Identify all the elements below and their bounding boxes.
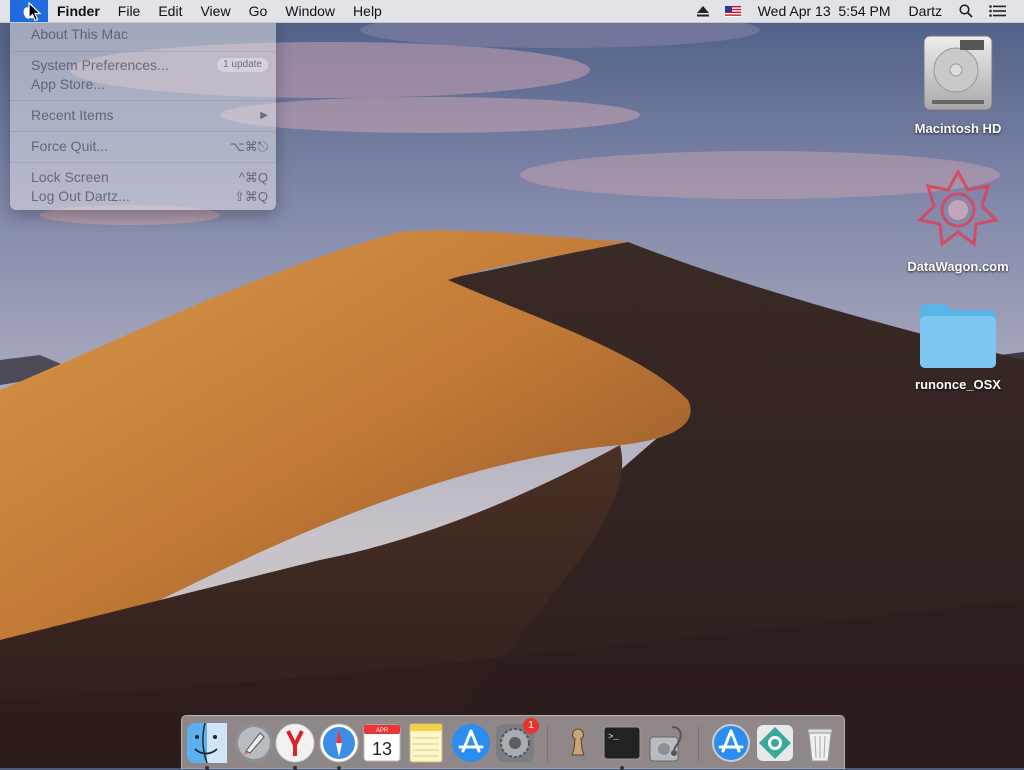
- menu-separator: [10, 100, 276, 101]
- menu-file[interactable]: File: [109, 0, 150, 22]
- dock-safari[interactable]: [317, 721, 361, 770]
- running-indicator: [620, 766, 624, 770]
- app-store-installer-icon: [712, 724, 750, 762]
- menu-view[interactable]: View: [191, 0, 239, 22]
- mouse-cursor-icon: [28, 2, 42, 22]
- dock-calendar[interactable]: APR 13: [360, 721, 404, 765]
- runonce-folder-desktop-icon[interactable]: runonce_OSX: [898, 300, 1018, 392]
- dock-terminal[interactable]: >_: [600, 721, 644, 770]
- menu-separator: [10, 51, 276, 52]
- finder-icon: [187, 722, 227, 764]
- menu-separator: [10, 162, 276, 163]
- calendar-icon: APR 13: [363, 724, 401, 762]
- dock-finder[interactable]: [185, 721, 229, 770]
- notification-badge: 1: [523, 718, 539, 734]
- menu-window[interactable]: Window: [276, 0, 344, 22]
- macintosh-hd-label: Macintosh HD: [914, 121, 1002, 136]
- dock-disk-utility[interactable]: [644, 721, 688, 765]
- datawagon-label: DataWagon.com: [907, 259, 1009, 274]
- dock-notes[interactable]: [404, 721, 448, 765]
- app-store-label: App Store...: [31, 76, 105, 92]
- menu-bar: Finder File Edit View Go Window Help Wed…: [0, 0, 1024, 23]
- lock-screen-item[interactable]: Lock Screen ^⌘Q: [31, 168, 268, 187]
- menu-help[interactable]: Help: [344, 0, 391, 22]
- chess-icon: [560, 728, 596, 763]
- menu-edit[interactable]: Edit: [149, 0, 191, 22]
- dock-yandex-browser[interactable]: [273, 721, 317, 770]
- terminal-prompt: >_: [608, 732, 619, 742]
- force-quit-shortcut: ⌥⌘⎋: [229, 139, 268, 154]
- yandex-browser-icon: [275, 723, 315, 763]
- safari-icon: [319, 723, 359, 763]
- dock-separator: [698, 726, 699, 762]
- force-quit-label: Force Quit...: [31, 138, 109, 154]
- apple-menu-dropdown: About This Mac System Preferences... 1 u…: [10, 22, 276, 210]
- launchpad-icon: [235, 724, 273, 762]
- menu-finder[interactable]: Finder: [48, 0, 109, 22]
- menubar-clock[interactable]: Wed Apr 13 5:54 PM: [749, 0, 900, 22]
- app-store-item[interactable]: App Store...: [31, 75, 268, 94]
- dock: APR 13 1 >_: [181, 715, 845, 770]
- system-preferences-item[interactable]: System Preferences... 1 update: [31, 56, 268, 75]
- about-this-mac-label: About This Mac: [31, 26, 129, 42]
- datawagon-desktop-icon[interactable]: DataWagon.com: [898, 168, 1018, 274]
- dock-separator: [547, 726, 548, 762]
- submenu-arrow-icon: ▶: [260, 110, 268, 121]
- us-flag-input-source-icon[interactable]: [717, 0, 749, 22]
- notification-center-icon[interactable]: [981, 0, 1014, 22]
- hard-drive-icon: [923, 35, 993, 111]
- sourcetree-icon: [757, 725, 793, 761]
- running-indicator: [205, 766, 209, 770]
- macintosh-hd-desktop-icon[interactable]: Macintosh HD: [898, 30, 1018, 136]
- recent-items-label: Recent Items: [31, 107, 114, 123]
- dock-chess[interactable]: [556, 721, 600, 765]
- dock-app-store-installer[interactable]: [709, 721, 753, 765]
- spotlight-search-icon[interactable]: [951, 0, 981, 22]
- system-preferences-label: System Preferences...: [31, 57, 169, 73]
- log-out-item[interactable]: Log Out Dartz... ⇧⌘Q: [31, 187, 268, 206]
- menubar-user[interactable]: Dartz: [900, 0, 951, 22]
- datawagon-logo-icon: [916, 168, 1000, 247]
- running-indicator: [293, 766, 297, 770]
- calendar-month: APR: [376, 728, 389, 734]
- trash-icon: [807, 728, 833, 762]
- dock-trash[interactable]: [798, 721, 842, 765]
- terminal-icon: >_: [603, 726, 641, 760]
- recent-items-item[interactable]: Recent Items ▶: [31, 106, 268, 125]
- runonce-folder-label: runonce_OSX: [915, 377, 1001, 392]
- lock-screen-label: Lock Screen: [31, 169, 109, 185]
- dock-system-preferences[interactable]: 1: [493, 718, 539, 765]
- dock-launchpad[interactable]: [232, 721, 276, 765]
- about-this-mac-item[interactable]: About This Mac: [31, 25, 268, 44]
- notes-icon: [409, 723, 443, 763]
- menu-separator: [10, 131, 276, 132]
- log-out-shortcut: ⇧⌘Q: [233, 189, 268, 204]
- force-quit-item[interactable]: Force Quit... ⌥⌘⎋: [31, 137, 268, 156]
- update-badge: 1 update: [217, 58, 268, 72]
- log-out-label: Log Out Dartz...: [31, 188, 130, 204]
- eject-icon[interactable]: [689, 0, 717, 22]
- dock-app-store[interactable]: [449, 721, 493, 765]
- menu-go[interactable]: Go: [240, 0, 277, 22]
- app-store-icon: [452, 724, 490, 762]
- folder-icon: [920, 304, 996, 368]
- disk-utility-icon: [649, 726, 682, 762]
- calendar-day: 13: [372, 739, 392, 759]
- lock-screen-shortcut: ^⌘Q: [238, 170, 268, 185]
- running-indicator: [337, 766, 341, 770]
- dock-sourcetree[interactable]: [753, 721, 797, 765]
